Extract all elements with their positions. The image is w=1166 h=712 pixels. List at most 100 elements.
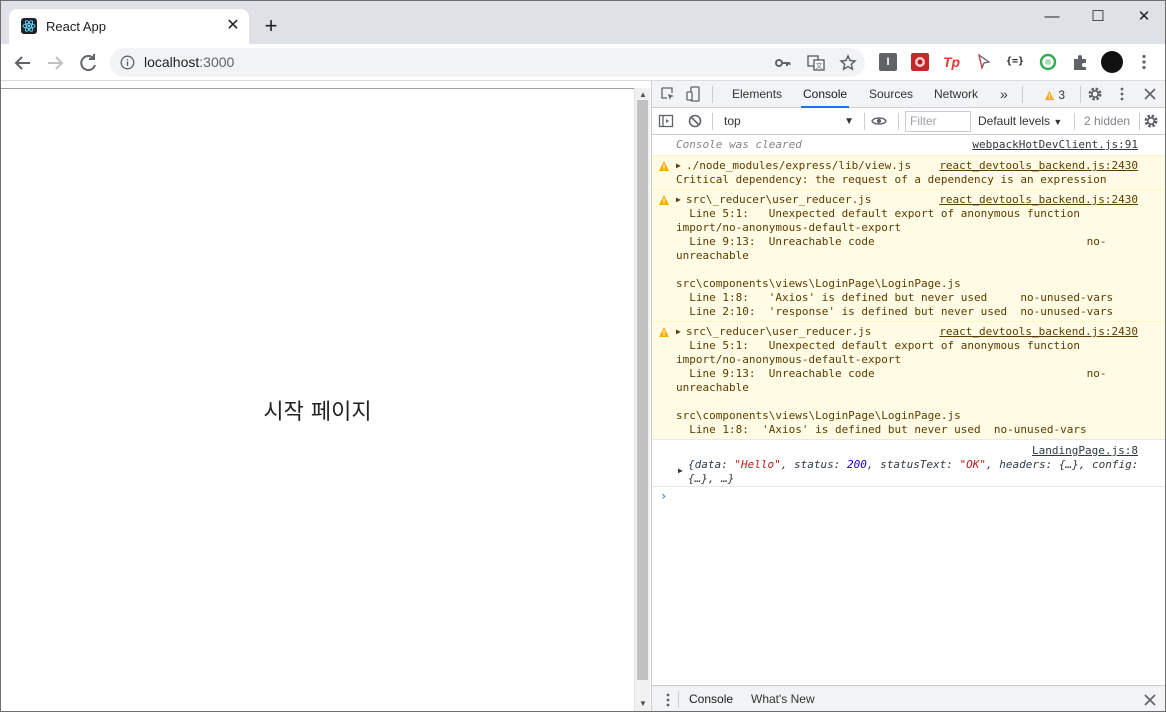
warning-count: 3 <box>1058 88 1066 102</box>
device-toolbar-icon[interactable] <box>686 86 702 102</box>
toolbar-divider <box>1139 113 1140 130</box>
close-tab-icon[interactable]: ✕ <box>223 16 243 36</box>
devtools-panel: Elements Console Sources Network » 3 top… <box>651 81 1165 711</box>
devtools-drawer: Console What's New <box>652 685 1165 711</box>
translate-icon[interactable]: 文 <box>807 54 825 72</box>
json-extension-icon[interactable]: {=} <box>1006 53 1024 71</box>
i-extension-icon[interactable]: I <box>879 53 897 71</box>
toolbar-divider <box>712 86 713 103</box>
key-icon[interactable] <box>774 54 792 72</box>
log-levels-dropdown[interactable]: Default levels ▼ <box>978 111 1068 132</box>
drawer-tab-console[interactable]: Console <box>681 686 741 711</box>
tab-console[interactable]: Console <box>801 81 850 108</box>
log-data-value: "Hello" <box>734 458 781 471</box>
context-selector[interactable]: top ▼ <box>718 111 858 132</box>
browser-window: React App ✕ + — ☐ ✕ localhost:3000 文 I T… <box>0 0 1166 712</box>
expand-triangle-icon[interactable]: ▶ <box>678 464 683 478</box>
console-toolbar: top ▼ Filter Default levels ▼ 2 hidden <box>652 108 1165 135</box>
new-tab-button[interactable]: + <box>259 14 283 38</box>
tab-elements[interactable]: Elements <box>730 81 784 108</box>
tab-sources[interactable]: Sources <box>867 81 915 108</box>
url-port: :3000 <box>199 54 235 70</box>
warning-line: Line 2:10: 'response' is defined but nev… <box>676 305 1114 318</box>
expand-triangle-icon[interactable]: ▶ <box>676 159 681 173</box>
cursor-extension-icon[interactable] <box>975 53 993 71</box>
toolbar-divider <box>864 113 865 130</box>
console-filter-input[interactable]: Filter <box>905 111 971 132</box>
warning-icon <box>1044 90 1055 101</box>
chevron-down-icon: ▼ <box>1053 117 1063 127</box>
log-object[interactable]: {data: "Hello", status: 200, statusText:… <box>688 458 1138 472</box>
green-ring-extension-icon[interactable] <box>1039 53 1057 71</box>
reload-icon[interactable] <box>74 49 102 77</box>
log-status-key: , status: <box>780 458 847 471</box>
source-link[interactable]: react_devtools_backend.js:2430 <box>939 159 1138 173</box>
source-link[interactable]: react_devtools_backend.js:2430 <box>939 325 1138 339</box>
console-prompt[interactable]: › <box>660 489 667 503</box>
star-icon[interactable] <box>839 54 857 72</box>
tab-title: React App <box>46 19 106 34</box>
console-warning: ▶ src\_reducer\user_reducer.js react_dev… <box>652 321 1165 439</box>
scroll-down-arrow-icon[interactable]: ▼ <box>638 699 648 709</box>
minimize-button[interactable]: — <box>1029 1 1075 33</box>
warning-icon <box>659 195 669 205</box>
inspect-element-icon[interactable] <box>660 86 676 102</box>
warning-line: import/no-anonymous-default-export <box>676 353 902 366</box>
warning-line: Line 5:1: Unexpected default export of a… <box>676 339 1080 352</box>
source-link[interactable]: webpackHotDevClient.js:91 <box>972 138 1138 152</box>
more-menu-icon[interactable] <box>1135 53 1153 71</box>
more-tabs-button[interactable]: » <box>998 81 1010 108</box>
scroll-up-arrow-icon[interactable]: ▲ <box>638 90 648 100</box>
warning-icon <box>659 161 669 171</box>
devtools-menu-icon[interactable] <box>1114 86 1130 102</box>
close-devtools-icon[interactable] <box>1142 86 1158 102</box>
profile-avatar[interactable] <box>1101 51 1123 73</box>
live-expression-eye-icon[interactable] <box>871 113 887 129</box>
drawer-menu-icon[interactable] <box>660 692 676 708</box>
hidden-count: 2 hidden <box>1084 114 1131 128</box>
clear-console-icon[interactable] <box>687 113 703 129</box>
tab-network[interactable]: Network <box>932 81 980 108</box>
warning-counter[interactable]: 3 <box>1044 87 1065 103</box>
url-text[interactable]: localhost:3000 <box>144 54 234 70</box>
browser-tab[interactable]: React App ✕ <box>9 9 249 44</box>
expand-triangle-icon[interactable]: ▶ <box>676 325 681 339</box>
puzzle-icon[interactable] <box>1071 53 1089 71</box>
warning-line: Line 9:13: Unreachable code no- <box>676 367 1107 380</box>
sidebar-toggle-icon[interactable] <box>658 113 674 129</box>
url-host: localhost <box>144 54 200 70</box>
warning-line: Critical dependency: the request of a de… <box>676 173 1107 186</box>
console-warning: ▶ src\_reducer\user_reducer.js react_dev… <box>652 189 1165 321</box>
warning-line: Line 5:1: Unexpected default export of a… <box>676 207 1080 220</box>
red-extension-icon[interactable] <box>911 53 929 71</box>
settings-gear-icon[interactable] <box>1087 86 1103 102</box>
chevron-down-icon: ▼ <box>844 116 854 127</box>
devtools-tab-bar: Elements Console Sources Network » 3 <box>652 81 1165 108</box>
expand-triangle-icon[interactable]: ▶ <box>676 193 681 207</box>
console-settings-gear-icon[interactable] <box>1143 113 1159 129</box>
tab-strip: React App ✕ + — ☐ ✕ <box>1 1 1165 44</box>
close-drawer-icon[interactable] <box>1142 692 1158 708</box>
warning-title[interactable]: ./node_modules/express/lib/view.js <box>686 159 911 173</box>
scrollbar-thumb[interactable] <box>637 100 648 680</box>
address-bar[interactable]: localhost:3000 文 <box>110 48 865 77</box>
context-value: top <box>724 114 741 128</box>
page-scrollbar[interactable]: ▲ ▼ <box>634 88 650 711</box>
back-icon[interactable] <box>9 49 37 77</box>
source-link[interactable]: LandingPage.js:8 <box>1032 444 1138 458</box>
log-object-continued: {…}, …} <box>688 472 735 485</box>
warning-title[interactable]: src\_reducer\user_reducer.js <box>686 325 871 339</box>
log-open: {data: <box>688 458 735 471</box>
source-link[interactable]: react_devtools_backend.js:2430 <box>939 193 1138 207</box>
warning-title[interactable]: src\_reducer\user_reducer.js <box>686 193 871 207</box>
drawer-tab-whats-new[interactable]: What's New <box>751 686 815 711</box>
maximize-button[interactable]: ☐ <box>1075 1 1121 33</box>
forward-icon[interactable] <box>41 49 69 77</box>
tp-extension-icon[interactable]: Tp <box>943 53 961 71</box>
log-statustext-value: "OK" <box>959 458 987 471</box>
warning-line: Line 1:8: 'Axios' is defined but never u… <box>676 291 1114 304</box>
site-info-icon[interactable] <box>120 55 135 70</box>
svg-text:文: 文 <box>816 61 823 70</box>
warning-line: unreachable <box>676 249 749 262</box>
close-window-button[interactable]: ✕ <box>1121 1 1165 33</box>
